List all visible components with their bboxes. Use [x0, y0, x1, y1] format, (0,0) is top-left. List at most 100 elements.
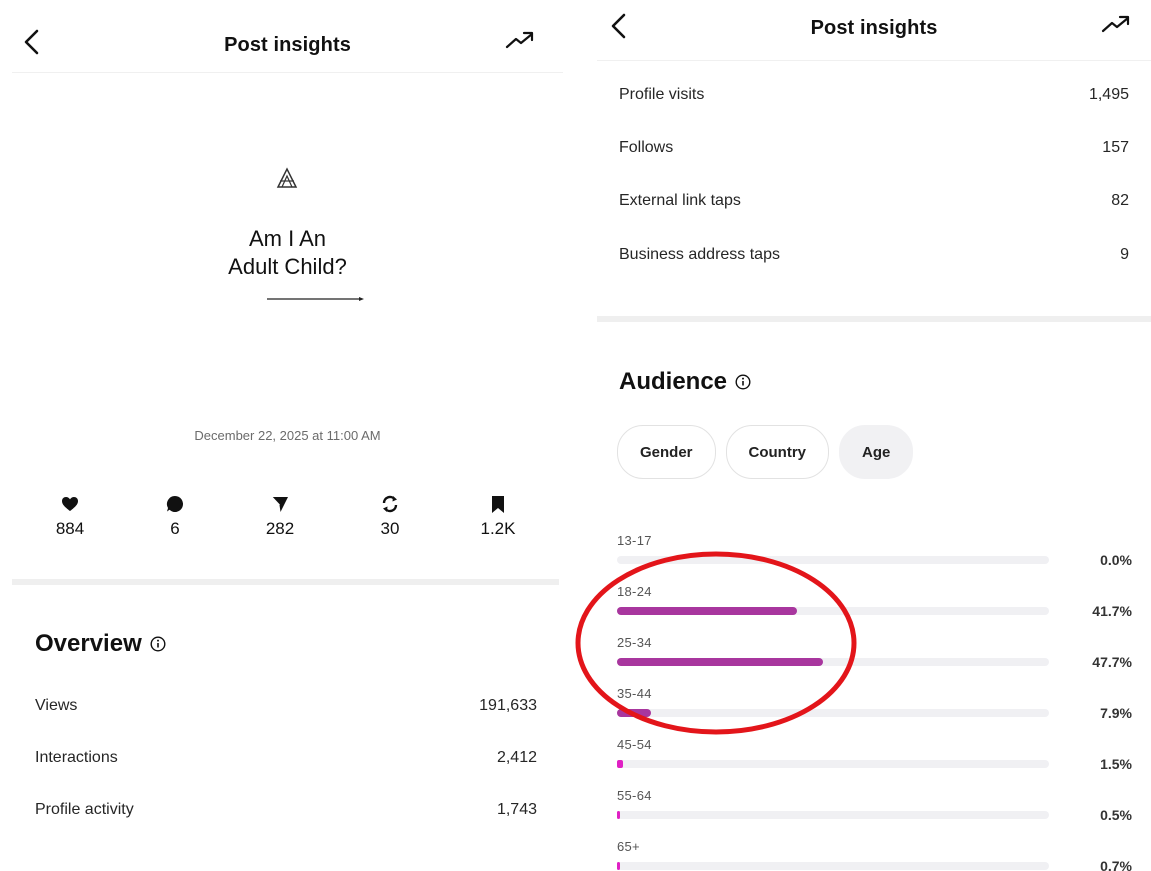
age-label: 35-44 — [617, 686, 652, 701]
row-value: 2,412 — [496, 749, 537, 766]
age-percent: 0.5% — [1100, 807, 1132, 823]
trending-up-icon — [1101, 15, 1130, 33]
comment-icon — [166, 495, 184, 512]
header-divider — [12, 72, 563, 73]
panel-gap — [575, 0, 597, 871]
age-bar-track — [617, 556, 1049, 564]
stat-saves: 1.2K — [453, 493, 543, 539]
age-row-25-34: 25-34 47.7% — [617, 635, 1132, 685]
repost-icon — [382, 495, 398, 513]
age-bar-track — [617, 760, 1049, 768]
post-preview[interactable]: Am I An Adult Child? — [175, 150, 400, 325]
age-bar-fill — [617, 607, 798, 615]
audience-heading: Audience — [619, 368, 751, 396]
age-bar-fill — [617, 709, 652, 717]
overview-row-profile-activity: Profile activity 1,743 — [35, 801, 537, 819]
stat-value: 30 — [380, 519, 400, 538]
age-bar-fill — [617, 811, 620, 819]
age-row-45-54: 45-54 1.5% — [617, 737, 1132, 787]
age-label: 18-24 — [617, 584, 652, 599]
post-date: December 22, 2025 at 11:00 AM — [194, 428, 381, 443]
overview-title: Overview — [35, 630, 142, 657]
activity-row-business-address-taps: Business address taps 9 — [619, 246, 1129, 264]
age-bar-track — [617, 862, 1049, 870]
row-label: Business address taps — [619, 246, 780, 263]
trend-button[interactable] — [1101, 14, 1131, 34]
activity-row-follows: Follows 157 — [619, 139, 1129, 157]
stat-shares: 282 — [235, 493, 325, 539]
age-bar-track — [617, 709, 1049, 717]
age-row-55-64: 55-64 0.5% — [617, 788, 1132, 838]
heart-icon — [62, 497, 78, 511]
age-label: 45-54 — [617, 737, 652, 752]
post-insights-right-panel: Post insights Profile visits 1,495 Follo… — [597, 0, 1151, 871]
post-text-line2: Adult Child? — [228, 254, 347, 279]
overview-row-views: Views 191,633 — [35, 697, 537, 715]
trending-up-icon — [505, 31, 534, 49]
row-value: 191,633 — [479, 697, 537, 714]
row-label: Views — [35, 697, 78, 714]
header-divider — [597, 60, 1151, 61]
arrow-right-icon — [267, 297, 364, 301]
page-title: Post insights — [810, 17, 938, 39]
stat-comments: 6 — [130, 493, 220, 539]
header: Post insights — [0, 0, 575, 72]
bookmark-icon — [492, 495, 504, 513]
row-label: Interactions — [35, 749, 118, 766]
trend-button[interactable] — [505, 30, 535, 50]
overview-row-interactions: Interactions 2,412 — [35, 749, 537, 767]
page-title: Post insights — [224, 34, 351, 56]
row-label: Follows — [619, 139, 674, 156]
age-row-65-plus: 65+ 0.7% — [617, 839, 1132, 871]
age-bar-track — [617, 658, 1049, 666]
info-icon[interactable] — [735, 374, 751, 390]
stat-reposts: 30 — [345, 493, 435, 539]
age-row-18-24: 18-24 41.7% — [617, 584, 1132, 634]
section-separator — [12, 579, 559, 585]
age-percent: 0.0% — [1100, 552, 1132, 568]
stat-value: 282 — [265, 519, 295, 538]
age-label: 25-34 — [617, 635, 652, 650]
audience-tabs: Gender Country Age — [617, 425, 914, 479]
tab-gender[interactable]: Gender — [617, 425, 716, 479]
tab-country[interactable]: Country — [725, 425, 830, 479]
section-separator — [597, 316, 1151, 322]
row-value: 9 — [1120, 246, 1129, 263]
age-bar-fill — [617, 760, 624, 768]
info-icon[interactable] — [150, 636, 166, 652]
age-label: 13-17 — [617, 533, 652, 548]
age-percent: 0.7% — [1100, 858, 1132, 871]
stat-value: 884 — [55, 519, 85, 538]
age-bar-fill — [617, 658, 824, 666]
tab-age[interactable]: Age — [839, 425, 914, 479]
age-bar-track — [617, 607, 1049, 615]
overview-heading: Overview — [35, 630, 166, 658]
send-icon — [271, 496, 288, 512]
age-bar-fill — [617, 862, 621, 870]
age-percent: 41.7% — [1092, 603, 1132, 619]
post-insights-left-panel: Post insights Am I An Adult Child? Decem… — [0, 0, 575, 871]
stat-value: 6 — [170, 519, 180, 538]
row-value: 157 — [1102, 139, 1129, 156]
row-label: External link taps — [619, 192, 741, 209]
row-value: 1,743 — [496, 801, 537, 818]
activity-row-profile-visits: Profile visits 1,495 — [619, 86, 1129, 104]
age-percent: 7.9% — [1100, 705, 1132, 721]
age-label: 65+ — [617, 839, 640, 854]
row-value: 1,495 — [1088, 86, 1129, 103]
age-percent: 1.5% — [1100, 756, 1132, 772]
age-bar-track — [617, 811, 1049, 819]
age-label: 55-64 — [617, 788, 652, 803]
audience-title: Audience — [619, 368, 728, 395]
post-text-line1: Am I An — [248, 226, 327, 251]
header: Post insights — [597, 0, 1151, 72]
activity-row-external-link-taps: External link taps 82 — [619, 192, 1129, 210]
age-percent: 47.7% — [1092, 654, 1132, 670]
age-row-13-17: 13-17 0.0% — [617, 533, 1132, 583]
post-text: Am I An Adult Child? — [175, 225, 400, 281]
age-row-35-44: 35-44 7.9% — [617, 686, 1132, 736]
row-label: Profile activity — [35, 801, 134, 818]
stat-likes: 884 — [25, 493, 115, 539]
stat-value: 1.2K — [480, 519, 516, 538]
row-value: 82 — [1111, 192, 1129, 209]
